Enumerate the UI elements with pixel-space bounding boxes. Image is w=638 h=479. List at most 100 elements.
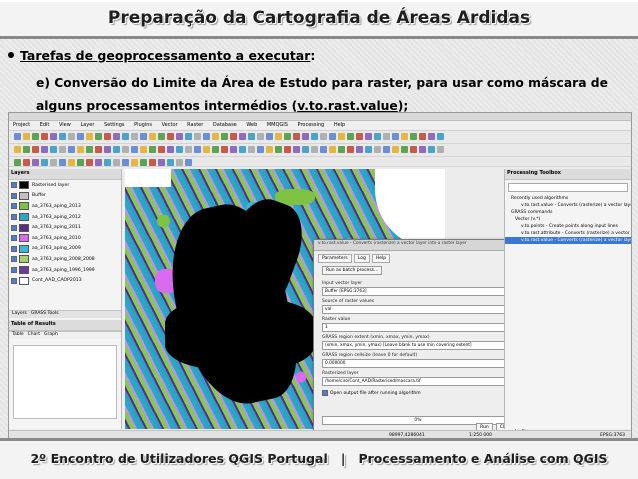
toolbar-tool-icon[interactable] xyxy=(95,133,102,140)
dialog-field-input[interactable]: 0.000000 xyxy=(322,359,514,368)
menu-mmqgis[interactable]: MMQGIS xyxy=(267,122,288,128)
toolbar-tool-icon[interactable] xyxy=(86,146,93,153)
toolbar-tool-icon[interactable] xyxy=(221,133,228,140)
toolbar-tool-icon[interactable] xyxy=(356,133,363,140)
toolbar-tool-icon[interactable] xyxy=(338,133,345,140)
toolbox-tree-item[interactable]: v.to.rast.attribute - Converts (rasteriz… xyxy=(505,230,631,237)
toolbar-tool-icon[interactable] xyxy=(95,146,102,153)
toolbar-tool-icon[interactable] xyxy=(86,159,93,166)
toolbar-tool-icon[interactable] xyxy=(77,159,84,166)
toolbar-tool-icon[interactable] xyxy=(113,159,120,166)
dialog-field-input[interactable]: (xmin, xmax, ymin, ymax) [Leave blank to… xyxy=(322,341,514,350)
sub-item-link[interactable]: v.to.rast.value xyxy=(297,99,398,113)
toolbar-tool-icon[interactable] xyxy=(167,146,174,153)
toolbar-tool-icon[interactable] xyxy=(14,133,21,140)
toolbar-tool-icon[interactable] xyxy=(104,133,111,140)
menu-view[interactable]: View xyxy=(59,122,71,128)
toolbar-tool-icon[interactable] xyxy=(104,146,111,153)
toolbar-tool-icon[interactable] xyxy=(230,133,237,140)
toolbar-tool-icon[interactable] xyxy=(419,133,426,140)
toolbar-tool-icon[interactable] xyxy=(149,146,156,153)
menu-plugins[interactable]: Plugins xyxy=(134,122,152,128)
layer-visibility-checkbox[interactable] xyxy=(11,235,17,242)
toolbar-tool-icon[interactable] xyxy=(176,159,183,166)
toolbar-tool-icon[interactable] xyxy=(77,146,84,153)
toolbar-tool-icon[interactable] xyxy=(113,133,120,140)
layer-visibility-checkbox[interactable] xyxy=(11,203,17,210)
toolbar-tool-icon[interactable] xyxy=(329,146,336,153)
menu-edit[interactable]: Edit xyxy=(40,122,50,128)
toolbar-tool-icon[interactable] xyxy=(176,146,183,153)
toolbar-tool-icon[interactable] xyxy=(365,146,372,153)
toolbar-tool-icon[interactable] xyxy=(59,146,66,153)
tab-table[interactable]: Table xyxy=(12,332,24,339)
toolbar-tool-icon[interactable] xyxy=(437,133,444,140)
toolbox-tree-item[interactable]: GRASS commands xyxy=(505,209,631,216)
menu-project[interactable]: Project xyxy=(13,122,30,128)
dialog-tab-log[interactable]: Log xyxy=(353,254,370,263)
toolbar-tool-icon[interactable] xyxy=(392,133,399,140)
toolbar-tool-icon[interactable] xyxy=(158,159,165,166)
menu-web[interactable]: Web xyxy=(246,122,257,128)
toolbar-tool-icon[interactable] xyxy=(203,133,210,140)
toolbar-tool-icon[interactable] xyxy=(104,159,111,166)
toolbar-tool-icon[interactable] xyxy=(275,133,282,140)
toolbar-tool-icon[interactable] xyxy=(32,133,39,140)
toolbar-tool-icon[interactable] xyxy=(284,146,291,153)
toolbar-tool-icon[interactable] xyxy=(203,146,210,153)
layer-item[interactable]: Cont_AAD_CAOP2013 xyxy=(9,275,121,286)
toolbar-tool-icon[interactable] xyxy=(23,146,30,153)
run-as-batch-button[interactable]: Run as batch process... xyxy=(322,266,383,275)
toolbar-tool-icon[interactable] xyxy=(149,159,156,166)
toolbox-tree-item[interactable]: Recently used algorithms xyxy=(505,195,631,202)
toolbar-tool-icon[interactable] xyxy=(158,146,165,153)
toolbar-tool-icon[interactable] xyxy=(131,146,138,153)
toolbar-tool-icon[interactable] xyxy=(140,146,147,153)
toolbar-tool-icon[interactable] xyxy=(239,133,246,140)
toolbar-tool-icon[interactable] xyxy=(320,146,327,153)
toolbar-tool-icon[interactable] xyxy=(356,146,363,153)
toolbar-tool-icon[interactable] xyxy=(239,146,246,153)
toolbar-tool-icon[interactable] xyxy=(32,159,39,166)
toolbar-tool-icon[interactable] xyxy=(32,146,39,153)
menu-vector[interactable]: Vector xyxy=(162,122,178,128)
results-table[interactable] xyxy=(13,345,117,419)
toolbar-tool-icon[interactable] xyxy=(419,146,426,153)
toolbar-tool-icon[interactable] xyxy=(122,133,129,140)
menu-help[interactable]: Help xyxy=(334,122,345,128)
toolbar-tool-icon[interactable] xyxy=(311,133,318,140)
layer-item[interactable]: aa_3763_aping_2012 xyxy=(9,212,121,223)
layer-item[interactable]: aa_3763_aping_2010 xyxy=(9,233,121,244)
toolbar-tool-icon[interactable] xyxy=(167,159,174,166)
toolbar-tool-icon[interactable] xyxy=(59,159,66,166)
toolbar-tool-icon[interactable] xyxy=(41,133,48,140)
toolbar-tool-icon[interactable] xyxy=(140,133,147,140)
layer-visibility-checkbox[interactable] xyxy=(11,245,17,252)
toolbar-tool-icon[interactable] xyxy=(428,133,435,140)
layer-item[interactable]: aa_3763_aping_2008_2008 xyxy=(9,254,121,265)
toolbar-tool-icon[interactable] xyxy=(383,133,390,140)
toolbar-tool-icon[interactable] xyxy=(122,146,129,153)
toolbar-tool-icon[interactable] xyxy=(23,159,30,166)
dialog-field-input[interactable]: Buffer [EPSG:3763] xyxy=(322,287,514,296)
layer-item[interactable]: Rasterised layer xyxy=(9,180,121,191)
toolbar-tool-icon[interactable] xyxy=(167,133,174,140)
toolbar-tool-icon[interactable] xyxy=(410,146,417,153)
toolbar-tool-icon[interactable] xyxy=(41,146,48,153)
toolbox-search-input[interactable] xyxy=(508,183,628,192)
toolbar-tool-icon[interactable] xyxy=(50,146,57,153)
menu-layer[interactable]: Layer xyxy=(80,122,94,128)
toolbar-tool-icon[interactable] xyxy=(14,159,21,166)
toolbar-tool-icon[interactable] xyxy=(302,146,309,153)
toolbar-tool-icon[interactable] xyxy=(68,159,75,166)
toolbar-tool-icon[interactable] xyxy=(338,146,345,153)
toolbar-tool-icon[interactable] xyxy=(221,146,228,153)
toolbar-tool-icon[interactable] xyxy=(311,146,318,153)
toolbar-tool-icon[interactable] xyxy=(257,146,264,153)
toolbar-tool-icon[interactable] xyxy=(347,133,354,140)
layer-visibility-checkbox[interactable] xyxy=(11,192,17,199)
toolbar-tool-icon[interactable] xyxy=(131,159,138,166)
toolbar-tool-icon[interactable] xyxy=(86,133,93,140)
tab-graph[interactable]: Graph xyxy=(44,332,58,339)
toolbar-tool-icon[interactable] xyxy=(95,159,102,166)
